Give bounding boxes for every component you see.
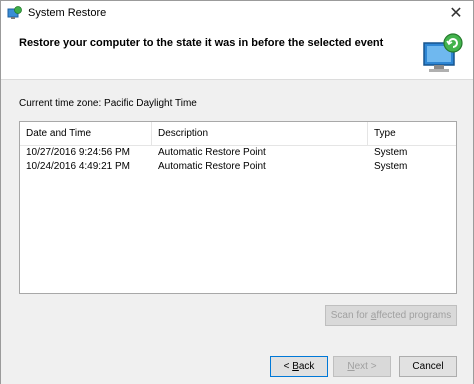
- table-row[interactable]: 10/27/2016 9:24:56 PM Automatic Restore …: [20, 146, 456, 159]
- title-bar[interactable]: System Restore ✕: [1, 1, 473, 27]
- system-restore-icon: [7, 6, 22, 21]
- window-title: System Restore: [28, 7, 107, 19]
- cell-date: 10/24/2016 4:49:21 PM: [26, 161, 130, 172]
- scan-affected-programs-button[interactable]: Scan for affected programs: [325, 305, 457, 326]
- restore-points-table[interactable]: ⌄ Date and Time Description Type 10/27/2…: [19, 121, 457, 294]
- cell-type: System: [374, 161, 408, 172]
- cell-type: System: [374, 147, 408, 158]
- timezone-label: Current time zone: Pacific Daylight Time: [19, 98, 197, 109]
- back-button[interactable]: < Back: [270, 356, 328, 377]
- content-area: Current time zone: Pacific Daylight Time…: [1, 80, 473, 384]
- computer-restore-icon: [420, 31, 466, 77]
- cell-description: Automatic Restore Point: [158, 147, 266, 158]
- column-header-date[interactable]: ⌄ Date and Time: [20, 122, 152, 145]
- close-icon: ✕: [449, 5, 463, 22]
- cell-description: Automatic Restore Point: [158, 161, 266, 172]
- page-title: Restore your computer to the state it wa…: [19, 37, 384, 49]
- column-header-description[interactable]: Description: [152, 122, 368, 145]
- table-row[interactable]: 10/24/2016 4:49:21 PM Automatic Restore …: [20, 160, 456, 173]
- wizard-header: Restore your computer to the state it wa…: [1, 27, 473, 80]
- system-restore-window: System Restore ✕ Restore your computer t…: [0, 0, 474, 384]
- sort-chevron-icon: ⌄: [78, 126, 85, 135]
- table-header: ⌄ Date and Time Description Type: [20, 122, 456, 146]
- cancel-button[interactable]: Cancel: [399, 356, 457, 377]
- next-button[interactable]: Next >: [333, 356, 391, 377]
- column-header-type[interactable]: Type: [368, 122, 456, 145]
- close-button[interactable]: ✕: [439, 1, 473, 27]
- cell-date: 10/27/2016 9:24:56 PM: [26, 147, 130, 158]
